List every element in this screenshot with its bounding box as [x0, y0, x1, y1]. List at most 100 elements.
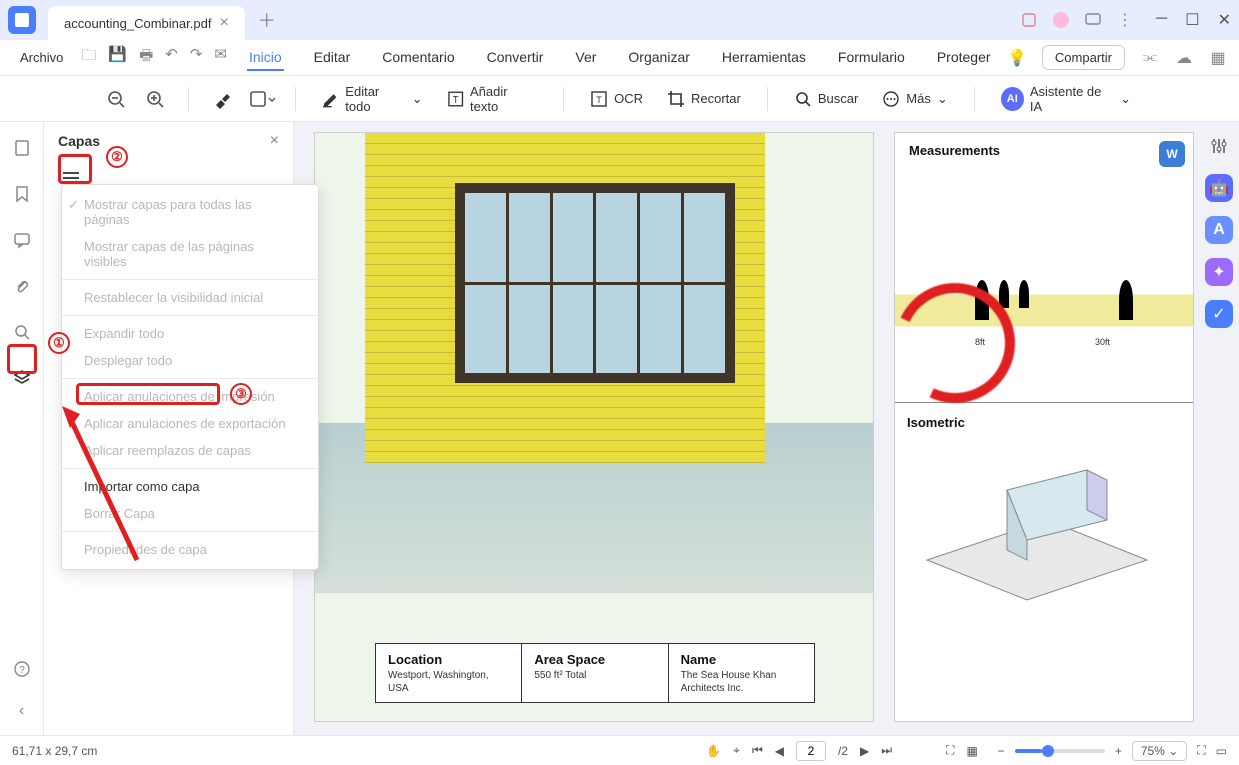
help-icon[interactable]: ? [10, 657, 34, 681]
menu-layer-properties[interactable]: Propiedades de capa [62, 536, 318, 563]
ai-chat-icon[interactable]: 🤖 [1205, 174, 1233, 202]
close-panel-icon[interactable]: × [270, 132, 279, 150]
more-options-icon[interactable]: ⋮ [1116, 11, 1134, 29]
ocr-icon: T [590, 90, 608, 108]
ocr-label: OCR [614, 91, 643, 106]
menu-inicio[interactable]: Inicio [247, 45, 284, 71]
ai-label: Asistente de IA [1030, 84, 1114, 114]
menu-ver[interactable]: Ver [573, 45, 598, 71]
menu-herramientas[interactable]: Herramientas [720, 45, 808, 71]
attachments-icon[interactable] [10, 274, 34, 298]
undo-icon[interactable]: ↶ [165, 45, 178, 70]
bookmarks-icon[interactable] [10, 182, 34, 206]
isometric-title: Isometric [907, 415, 1181, 430]
menu-apply-export[interactable]: Aplicar anulaciones de exportación [62, 410, 318, 437]
share-button[interactable]: Compartir [1042, 45, 1125, 70]
next-page-icon[interactable]: ▶ [860, 744, 869, 758]
svg-text:T: T [596, 95, 602, 105]
cloud-icon[interactable]: ☁ [1175, 49, 1193, 67]
first-page-icon[interactable]: ⏮ [752, 743, 763, 758]
ai-assistant-button[interactable]: AI Asistente de IA ⌄ [993, 80, 1139, 118]
edit-all-button[interactable]: Editar todo ⌄ [314, 80, 431, 118]
menu-editar[interactable]: Editar [312, 45, 353, 71]
last-page-icon[interactable]: ⏭ [881, 743, 892, 758]
menu-import-as-layer[interactable]: Importar como capa [62, 473, 318, 500]
menu-formulario[interactable]: Formulario [836, 45, 907, 71]
menu-expand-all[interactable]: Expandir todo [62, 320, 318, 347]
settings-sliders-icon[interactable] [1205, 132, 1233, 160]
app-logo[interactable] [8, 6, 36, 34]
menu-delete-layer[interactable]: Borrar Capa [62, 500, 318, 527]
minimize-button[interactable]: ─ [1156, 10, 1167, 30]
crop-button[interactable]: Recortar [659, 86, 749, 112]
page-total: /2 [838, 744, 848, 758]
collapse-panel-icon[interactable]: ‹ [10, 699, 34, 723]
loc-val: Westport, Washington, USA [388, 669, 509, 695]
open-file-icon[interactable]: 🗀 [81, 45, 96, 70]
menu-show-all-pages[interactable]: Mostrar capas para todas las páginas [62, 191, 318, 233]
add-text-label: Añadir texto [470, 84, 537, 114]
ocr-button[interactable]: T OCR [582, 86, 651, 112]
close-button[interactable]: ✕ [1218, 10, 1231, 30]
hand-tool-icon[interactable]: ✋ [706, 744, 721, 758]
menu-collapse-all[interactable]: Desplegar todo [62, 347, 318, 374]
chat-icon[interactable] [1084, 11, 1102, 29]
menu-organizar[interactable]: Organizar [626, 45, 691, 71]
grid-icon[interactable]: ▦ [1209, 49, 1227, 67]
prev-page-icon[interactable]: ◀ [775, 744, 784, 758]
checklist-icon[interactable]: ✓ [1205, 300, 1233, 328]
menu-apply-print[interactable]: Aplicar anulaciones de impresión [62, 383, 318, 410]
search-button[interactable]: Buscar [786, 86, 866, 112]
search-panel-icon[interactable] [10, 320, 34, 344]
search-label: Buscar [818, 91, 858, 106]
page-current-input[interactable] [796, 741, 826, 761]
more-button[interactable]: Más ⌄ [874, 86, 955, 112]
highlighter-icon[interactable] [207, 83, 238, 115]
comments-icon[interactable] [10, 228, 34, 252]
document-tab[interactable]: accounting_Combinar.pdf × [48, 6, 245, 40]
zoom-in-btn[interactable]: + [1115, 744, 1122, 758]
document-viewport[interactable]: Location Westport, Washington, USA Area … [294, 122, 1239, 735]
zoom-slider[interactable] [1015, 749, 1105, 753]
menu-reset-visibility[interactable]: Restablecer la visibilidad inicial [62, 284, 318, 311]
lightbulb-icon[interactable]: 💡 [1008, 49, 1026, 67]
edit-all-label: Editar todo [345, 84, 405, 114]
close-tab-icon[interactable]: × [219, 14, 228, 32]
print-icon[interactable]: 🖶 [139, 45, 153, 70]
svg-text:T: T [452, 94, 458, 105]
chevron-down-icon: ⌄ [1120, 91, 1131, 107]
maximize-button[interactable]: ☐ [1185, 10, 1199, 30]
view-mode-icon[interactable]: ▦ [966, 744, 977, 758]
add-text-button[interactable]: T Añadir texto [439, 80, 546, 118]
menu-comentario[interactable]: Comentario [380, 45, 456, 71]
add-tab-button[interactable]: ＋ [253, 6, 281, 34]
menu-bar: Archivo 🗀 💾 🖶 ↶ ↷ ✉ Inicio Editar Coment… [0, 40, 1239, 76]
menu-proteger[interactable]: Proteger [935, 45, 993, 71]
zoom-in-icon[interactable] [139, 83, 170, 115]
select-tool-icon[interactable]: ⌖ [733, 743, 740, 758]
reading-mode-icon[interactable]: ▭ [1216, 744, 1227, 758]
fullscreen-icon[interactable]: ⛶ [1197, 743, 1205, 758]
save-icon[interactable]: 💾 [108, 45, 127, 70]
fit-page-icon[interactable]: ⛶ [946, 743, 954, 758]
app-a-icon[interactable]: A [1205, 216, 1233, 244]
avatar-icon[interactable] [1052, 11, 1070, 29]
extension-icon[interactable]: ✦ [1205, 258, 1233, 286]
thumbnails-icon[interactable] [10, 136, 34, 160]
zoom-percent[interactable]: 75% ⌄ [1132, 741, 1187, 761]
menu-show-visible[interactable]: Mostrar capas de las páginas visibles [62, 233, 318, 275]
shape-dropdown-icon[interactable] [246, 83, 277, 115]
menu-convertir[interactable]: Convertir [485, 45, 546, 71]
menu-file[interactable]: Archivo [12, 46, 71, 69]
mail-icon[interactable]: ✉ [214, 45, 227, 70]
layers-icon[interactable] [10, 366, 34, 390]
pdf-page-left: Location Westport, Washington, USA Area … [314, 132, 874, 722]
zoom-out-icon[interactable] [100, 83, 131, 115]
redo-icon[interactable]: ↷ [190, 45, 203, 70]
notification-icon[interactable] [1020, 11, 1038, 29]
word-export-icon[interactable]: W [1159, 141, 1185, 167]
menu-apply-replace[interactable]: Aplicar reemplazos de capas [62, 437, 318, 464]
dim-8ft: 8ft [975, 337, 985, 347]
share-link-icon[interactable]: ⫘ [1141, 49, 1159, 67]
zoom-out-btn[interactable]: − [998, 744, 1005, 758]
